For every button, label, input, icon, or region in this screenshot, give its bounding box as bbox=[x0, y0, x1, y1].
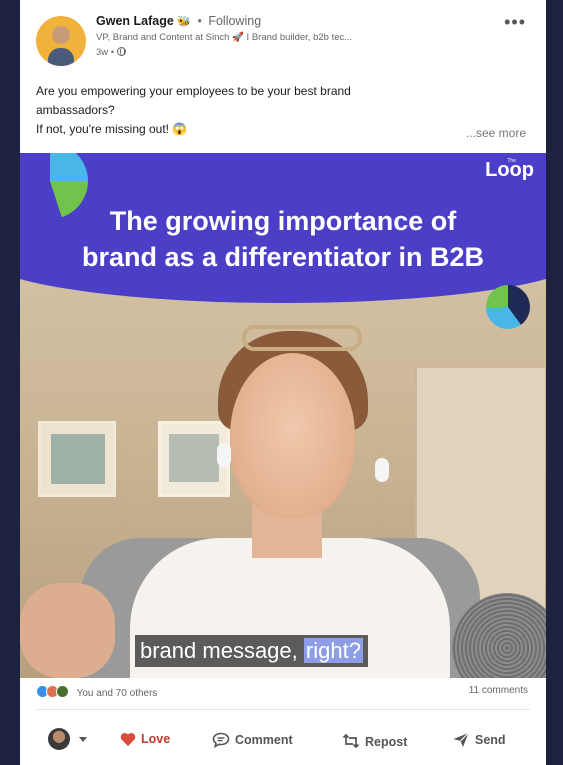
divider bbox=[36, 709, 530, 710]
video-player[interactable]: The Loop The growing importance of brand… bbox=[20, 153, 546, 678]
heart-icon bbox=[120, 733, 136, 746]
comment-button[interactable]: Comment bbox=[212, 732, 293, 749]
comments-count[interactable]: 11 comments bbox=[469, 685, 528, 696]
video-caption: brand message, right? bbox=[135, 635, 368, 667]
love-button[interactable]: Love bbox=[120, 732, 170, 747]
chevron-down-icon bbox=[79, 736, 88, 742]
follow-status[interactable]: Following bbox=[208, 14, 261, 28]
speaker-glasses bbox=[242, 325, 362, 351]
user-avatar bbox=[48, 728, 70, 750]
post-text-line: Are you empowering your employees to be … bbox=[36, 84, 351, 98]
pie-decoration-icon bbox=[486, 285, 530, 329]
comment-icon bbox=[212, 732, 230, 749]
send-button[interactable]: Send bbox=[452, 732, 506, 748]
avatar-shirt bbox=[48, 48, 74, 66]
globe-icon bbox=[116, 47, 126, 56]
repost-button[interactable]: Repost bbox=[342, 732, 407, 750]
send-label: Send bbox=[475, 733, 506, 747]
window-frame-left bbox=[0, 0, 20, 765]
action-bar: Love Comment Repost Send bbox=[20, 724, 546, 760]
separator-dot: • bbox=[197, 14, 202, 28]
feed-post-card: Gwen Lafage 🐝 • Following VP, Brand and … bbox=[20, 0, 546, 765]
reaction-icons bbox=[36, 685, 70, 698]
reactions-summary[interactable]: You and 70 others bbox=[36, 685, 157, 699]
speaker-hand bbox=[20, 583, 115, 678]
author-headline: VP, Brand and Content at Sinch 🚀 I Brand… bbox=[96, 32, 353, 43]
reactions-count: You and 70 others bbox=[76, 688, 158, 699]
video-title-line: brand as a differentiator in B2B bbox=[81, 242, 485, 272]
video-title: The growing importance of brand as a dif… bbox=[20, 203, 546, 275]
post-text-line: ambassadors? bbox=[36, 103, 115, 117]
video-title-line: The growing importance of bbox=[109, 206, 457, 236]
repost-icon bbox=[342, 733, 360, 749]
post-text-line: If not, you're missing out! 😱 bbox=[36, 122, 188, 136]
author-line: Gwen Lafage 🐝 • Following bbox=[96, 14, 261, 28]
separator-dot: • bbox=[110, 47, 117, 58]
post-meta: 3w • bbox=[96, 47, 126, 58]
comment-label: Comment bbox=[235, 733, 293, 747]
reactor-avatar-selector[interactable] bbox=[48, 728, 88, 750]
speaker-face bbox=[230, 353, 355, 518]
see-more-link[interactable]: ...see more bbox=[466, 126, 526, 140]
caption-text: brand message, bbox=[140, 638, 298, 663]
author-emoji: 🐝 bbox=[177, 16, 191, 28]
repost-label: Repost bbox=[365, 735, 408, 749]
love-label: Love bbox=[141, 732, 171, 746]
post-time: 3w bbox=[96, 47, 109, 58]
earbud-right bbox=[375, 458, 389, 482]
earbud-left bbox=[217, 443, 231, 467]
caption-highlight: right? bbox=[303, 638, 363, 663]
more-options-icon[interactable]: ••• bbox=[504, 12, 526, 33]
post-header: Gwen Lafage 🐝 • Following VP, Brand and … bbox=[20, 0, 546, 76]
post-text: Are you empowering your employees to be … bbox=[36, 82, 536, 139]
support-reaction-icon bbox=[56, 685, 69, 698]
send-icon bbox=[453, 732, 469, 747]
podcast-logo: Loop bbox=[485, 159, 534, 181]
window-frame-right bbox=[546, 0, 563, 765]
wall-picture bbox=[38, 421, 116, 497]
author-name[interactable]: Gwen Lafage bbox=[96, 14, 174, 28]
author-avatar[interactable] bbox=[36, 16, 86, 66]
